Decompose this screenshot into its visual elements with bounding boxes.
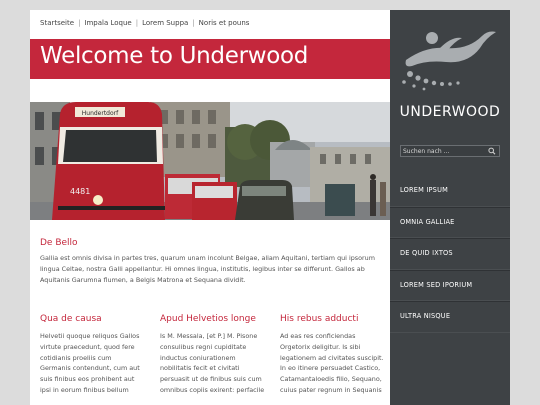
column-3-heading: His rebus adducti (280, 314, 359, 324)
column-line: ipsi in eorum finibus bellum (40, 385, 129, 394)
search-box (400, 145, 500, 157)
page-title: Welcome to Underwood (40, 43, 309, 69)
column-line: cotidianis proeliis cum (40, 353, 112, 362)
nav-separator: | (192, 19, 195, 27)
breadcrumb-nav: Startseite | Impala Loque | Lorem Suppa | Nori… (40, 19, 249, 31)
column-line: consulibus regni cupiditate (160, 342, 247, 351)
nav-link-noris-et-pouns[interactable]: Noris et pouns (199, 19, 250, 27)
nav-separator: | (78, 19, 81, 27)
column-line: virtute praecedunt, quod fere (40, 342, 135, 351)
column-line: Is M. Messala, [et P.] M. Pisone (160, 332, 258, 340)
sidebar: UNDERWOOD LOREM IPSUM OMNIA GALLIAE DE Q… (390, 10, 510, 405)
column-2-heading: Apud Helvetios longe (160, 314, 256, 324)
page-frame: Startseite | Impala Loque | Lorem Suppa | Nori… (30, 10, 510, 405)
intro-text: Gallia est omnis divisa in partes tres, … (40, 254, 375, 284)
swimmer-logo-icon (402, 31, 496, 91)
menu-item-omnia-galliae[interactable]: OMNIA GALLIAE (390, 206, 510, 238)
column-2-text: Is M. Messala, [et P.] M. Pisone consuli… (160, 331, 272, 396)
column-line: nobilitatis fecit et civitati (160, 364, 240, 373)
menu-item-lorem-ipsum[interactable]: LOREM IPSUM (390, 176, 510, 207)
title-banner: Welcome to Underwood (30, 39, 390, 79)
column-line: cuius pater regnum in Sequanis (280, 385, 382, 394)
menu-item-de-quid-ixtos[interactable]: DE QUID IXTOS (390, 238, 510, 270)
intro-heading: De Bello (40, 238, 78, 248)
menu-item-lorem-sed-iporium[interactable]: LOREM SED IPORIUM (390, 269, 510, 301)
tram-destination-sign: Hundertdorf (82, 110, 119, 117)
column-line: legationem ad civitates suscipit. (280, 353, 384, 362)
search-input[interactable] (403, 146, 487, 156)
nav-link-startseite[interactable]: Startseite (40, 19, 74, 27)
menu-item-ultra-nisque[interactable]: ULTRA NISQUE (390, 301, 510, 333)
main-content: Startseite | Impala Loque | Lorem Suppa | Nori… (30, 10, 390, 405)
column-line: Germanis contendunt, cum aut (40, 364, 140, 373)
column-line: Helvetii quoque reliquos Gallos (40, 332, 140, 340)
logo-text: UNDERWOOD (399, 104, 501, 120)
sidebar-menu: LOREM IPSUM OMNIA GALLIAE DE QUID IXTOS … (390, 176, 510, 333)
nav-separator: | (135, 19, 139, 27)
column-line: omnibus copiis exirent: perfacile (160, 385, 265, 394)
column-line: Orgetorix deligitur. Is sibi (280, 342, 361, 351)
column-line: In eo itinere persuadet Castico, (280, 364, 381, 373)
column-3-text: Ad eas res conficiendas Orgetorix deligi… (280, 331, 388, 396)
column-1-heading: Qua de causa (40, 314, 102, 324)
column-line: Catamantaloedis filio, Sequano, (280, 375, 382, 384)
column-line: inductus coniurationem (160, 353, 236, 362)
column-line: Ad eas res conficiendas (280, 332, 356, 340)
tram-number: 4481 (70, 187, 90, 196)
column-1-text: Helvetii quoque reliquos Gallos virtute … (40, 331, 152, 396)
column-line: suis finibus eos prohibent aut (40, 375, 135, 384)
nav-link-impala-loque[interactable]: Impala Loque (84, 19, 131, 27)
search-icon[interactable] (487, 146, 497, 156)
nav-link-lorem-suppa[interactable]: Lorem Suppa (142, 19, 188, 27)
column-line: persuasit ut de finibus suis cum (160, 375, 262, 384)
hero-image: Hundertdorf 4481 (30, 102, 390, 220)
